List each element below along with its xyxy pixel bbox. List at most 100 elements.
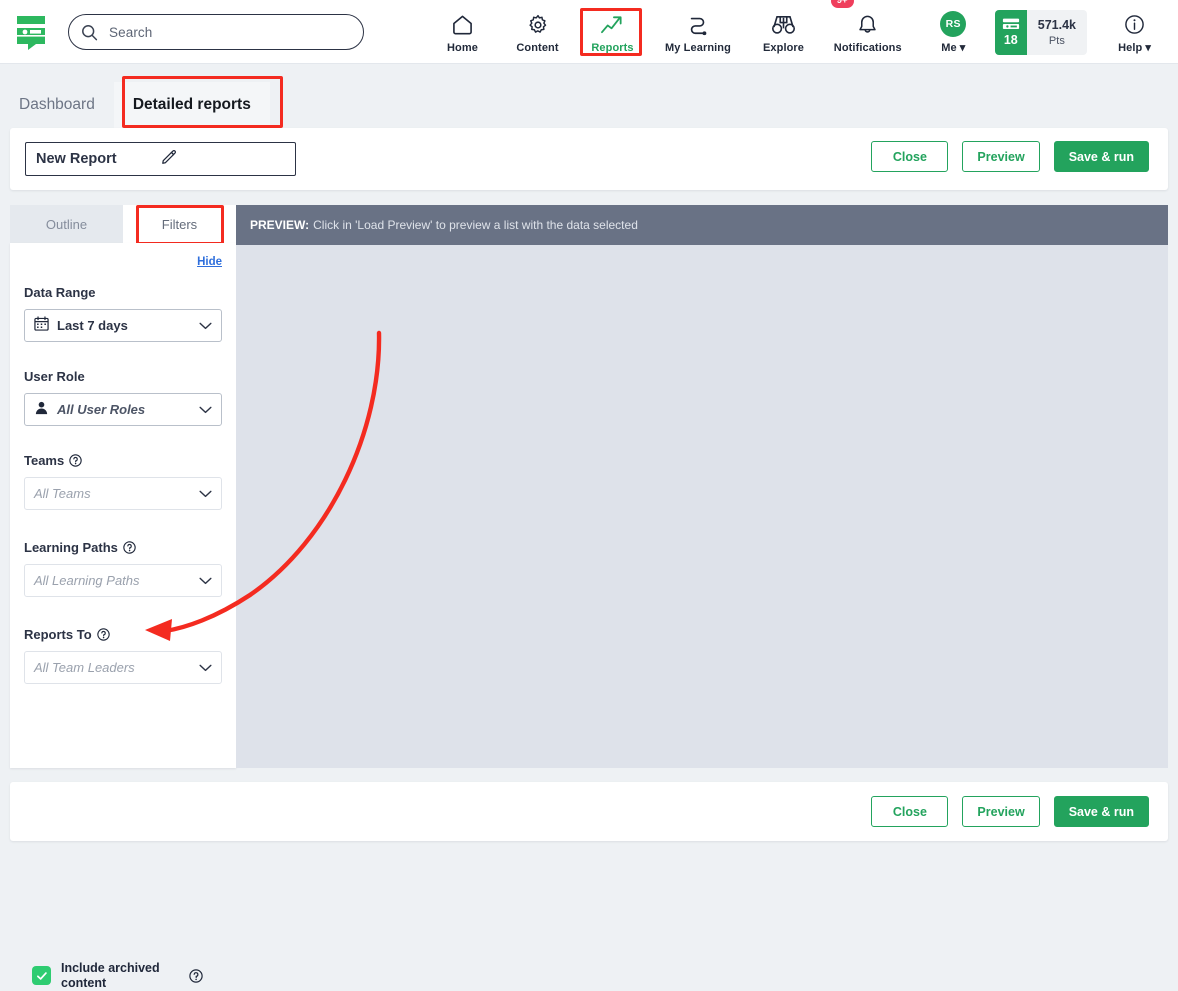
home-icon (451, 13, 474, 37)
avatar: RS (940, 11, 967, 37)
preview-prefix: PREVIEW: (250, 218, 310, 232)
nav-label-me: Me ▾ (941, 41, 965, 54)
filter-group-user-role: User Role All User Roles (24, 369, 222, 426)
nav-label-content: Content (516, 41, 559, 54)
filter-value-user-role: All User Roles (57, 402, 146, 417)
preview-header: PREVIEW: Click in 'Load Preview' to prev… (236, 205, 1168, 245)
chevron-down-icon (199, 485, 212, 503)
question-circle-icon[interactable] (189, 969, 203, 983)
tab-filters-label: Filters (161, 216, 198, 232)
preview-button[interactable]: Preview (962, 141, 1040, 172)
nav-label-notifications: Notifications (833, 41, 902, 54)
footer-action-card: Close Preview Save & run (10, 782, 1168, 841)
points-value-block: 571.4k Pts (1027, 10, 1087, 55)
topbar-right-cluster: 9+ Notifications RS Me ▾ 18 571.4k Pts H… (820, 0, 1178, 64)
left-panel-tabs: Outline Filters (10, 205, 236, 243)
filter-label-text: Teams (24, 453, 65, 468)
filter-select-learning-paths[interactable]: All Learning Paths (24, 564, 222, 597)
tab-detailed-reports[interactable]: Detailed reports (113, 82, 270, 128)
help-text: Help (1118, 42, 1143, 54)
page-tabs: Dashboard Detailed reports (0, 64, 1178, 128)
tab-outline-label: Outline (45, 216, 88, 232)
nav-item-help[interactable]: Help ▾ (1097, 3, 1172, 61)
filter-label-teams: Teams (24, 453, 222, 468)
speexx-logo[interactable] (14, 14, 48, 50)
nav-item-home[interactable]: Home (425, 3, 500, 61)
path-icon (687, 13, 709, 37)
filter-select-teams[interactable]: All Teams (24, 477, 222, 510)
filter-group-data-range: Data Range Last 7 days (24, 285, 222, 342)
points-level-block: 18 (994, 9, 1027, 55)
binoculars-icon (771, 13, 796, 37)
filter-value-teams: All Teams (34, 486, 91, 501)
points-value: 571.4k (1037, 17, 1076, 32)
report-name-input[interactable]: New Report (25, 142, 296, 176)
report-header-card: New Report Close Preview Save & run (10, 128, 1168, 190)
filter-label-text: User Role (24, 369, 85, 384)
nav-item-notifications[interactable]: 9+ Notifications (820, 0, 916, 61)
save-and-run-button[interactable]: Save & run (1053, 141, 1149, 172)
filter-select-data-range[interactable]: Last 7 days (24, 309, 222, 342)
question-circle-icon[interactable] (96, 628, 110, 641)
speexx-mini-icon (1002, 18, 1019, 29)
tab-filters[interactable]: Filters (123, 205, 236, 243)
tab-dashboard[interactable]: Dashboard (0, 82, 114, 128)
report-name-value: New Report (36, 151, 117, 167)
question-circle-icon[interactable] (123, 541, 136, 554)
info-icon (1124, 12, 1145, 36)
footer-save-and-run-button[interactable]: Save & run (1053, 796, 1149, 827)
chevron-down-icon (199, 572, 212, 590)
nav-item-me[interactable]: RS Me ▾ (916, 3, 991, 61)
tab-dashboard-label: Dashboard (19, 96, 95, 113)
points-widget[interactable]: 18 571.4k Pts (994, 9, 1087, 55)
chevron-down-icon (199, 401, 212, 419)
filter-label-user-role: User Role (24, 369, 222, 384)
question-circle-icon[interactable] (69, 454, 82, 467)
nav-item-content[interactable]: Content (500, 3, 575, 61)
bell-icon (857, 13, 878, 37)
nav-item-explore[interactable]: Explore (746, 3, 821, 61)
filter-value-learning-paths: All Learning Paths (34, 573, 140, 588)
chevron-down-icon: ▾ (959, 42, 966, 54)
person-icon (34, 400, 49, 420)
filter-label-data-range: Data Range (24, 285, 222, 300)
include-archived-checkbox[interactable] (32, 966, 51, 986)
filter-label-text: Learning Paths (24, 540, 118, 555)
filter-group-teams: Teams All Teams (24, 453, 222, 510)
filter-group-learning-paths: Learning Paths All Learning Paths (24, 540, 222, 597)
filter-value-reports-to: All Team Leaders (34, 660, 135, 675)
preview-body (236, 245, 1168, 768)
filters-panel: Hide Data Range Last 7 days User Role Al… (10, 243, 236, 990)
tab-outline[interactable]: Outline (10, 205, 123, 243)
filter-select-user-role[interactable]: All User Roles (24, 393, 222, 426)
hide-filters-link[interactable]: Hide (197, 256, 222, 268)
include-archived-row[interactable]: Include archived content (32, 961, 232, 991)
gear-icon (527, 13, 549, 37)
nav-label-home: Home (447, 41, 478, 54)
filter-select-reports-to[interactable]: All Team Leaders (24, 651, 222, 684)
preview-message: Click in 'Load Preview' to preview a lis… (313, 218, 638, 232)
chevron-down-icon (199, 659, 212, 677)
report-actions: Close Preview Save & run (871, 141, 1149, 172)
search-icon (81, 24, 98, 41)
main-nav: Home Content Reports My Learning Explore (425, 0, 821, 64)
chevron-down-icon: ▾ (1145, 42, 1151, 54)
close-button[interactable]: Close (871, 141, 949, 172)
filter-group-reports-to: Reports To All Team Leaders (24, 627, 222, 684)
pencil-icon[interactable] (161, 149, 286, 169)
me-text: Me (941, 42, 957, 54)
filter-label-reports-to: Reports To (24, 627, 222, 642)
points-level: 18 (1003, 32, 1018, 47)
filter-label-learning-paths: Learning Paths (24, 540, 222, 555)
nav-item-my-learning[interactable]: My Learning (650, 3, 746, 61)
notification-badge: 9+ (830, 0, 854, 8)
nav-label-my-learning: My Learning (665, 41, 731, 54)
nav-item-reports[interactable]: Reports (575, 3, 650, 61)
search-input[interactable]: Search (68, 14, 364, 50)
chevron-down-icon (199, 317, 212, 335)
nav-label-explore: Explore (762, 41, 805, 54)
footer-preview-button[interactable]: Preview (962, 796, 1040, 827)
footer-close-button[interactable]: Close (871, 796, 949, 827)
filter-label-text: Data Range (24, 285, 96, 300)
avatar-initials: RS (940, 11, 967, 37)
